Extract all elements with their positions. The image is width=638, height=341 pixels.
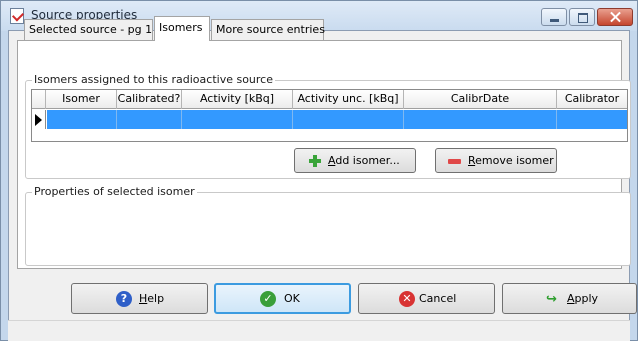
tab-isomers[interactable]: Isomers (154, 16, 210, 41)
apply-arrow-icon: ↪ (546, 292, 557, 307)
table-row[interactable] (32, 110, 627, 129)
help-label: Help (139, 292, 165, 305)
ok-button[interactable]: ✓ OK (214, 283, 351, 314)
help-button[interactable]: ? Help (71, 283, 208, 314)
add-isomer-button[interactable]: Add isomer... (294, 148, 416, 173)
remove-isomer-label: Remove isomer (468, 154, 554, 167)
table-cell[interactable] (404, 110, 557, 129)
table-cell[interactable] (557, 110, 627, 129)
cancel-button[interactable]: ✕ Cancel (358, 283, 495, 314)
isomers-group: Isomers assigned to this radioactive sou… (25, 73, 631, 179)
column-header-activity-unc[interactable]: Activity unc. [kBq] (293, 90, 404, 109)
current-row-arrow-icon (32, 110, 46, 129)
column-header-calibrated[interactable]: Calibrated? (117, 90, 182, 109)
help-icon: ? (116, 291, 132, 307)
minus-icon (448, 159, 461, 164)
cancel-icon: ✕ (399, 291, 415, 307)
table-cell[interactable] (293, 110, 404, 129)
apply-button[interactable]: ↪ Apply (502, 283, 637, 314)
tab-selected-source[interactable]: Selected source - pg 1 (24, 19, 153, 40)
checkmark-icon: ✓ (260, 291, 276, 307)
status-bar (8, 320, 630, 341)
plus-icon (309, 155, 321, 167)
close-button[interactable] (597, 8, 633, 26)
table-cell[interactable] (117, 110, 182, 129)
isomers-group-label: Isomers assigned to this radioactive sou… (32, 73, 275, 86)
app-icon (10, 8, 24, 24)
tab-more-source-entries[interactable]: More source entries (211, 19, 325, 40)
table-cell[interactable] (182, 110, 293, 129)
properties-group-label: Properties of selected isomer (32, 185, 197, 198)
maximize-button[interactable] (569, 8, 595, 26)
column-header-activity[interactable]: Activity [kBq] (182, 90, 293, 109)
grid-header: Isomer Calibrated? Activity [kBq] Activi… (32, 90, 627, 109)
add-isomer-label: Add isomer... (328, 154, 400, 167)
column-header-calibrator[interactable]: Calibrator (557, 90, 627, 109)
cancel-label: Cancel (419, 292, 457, 305)
column-header-calibrdate[interactable]: CalibrDate (404, 90, 557, 109)
isomers-grid: Isomer Calibrated? Activity [kBq] Activi… (31, 89, 628, 142)
row-header-corner (32, 90, 46, 109)
ok-label: OK (284, 292, 300, 305)
table-cell[interactable] (47, 110, 117, 129)
minimize-button[interactable] (541, 8, 567, 26)
properties-group: Properties of selected isomer (25, 185, 631, 266)
column-header-isomer[interactable]: Isomer (46, 90, 117, 109)
apply-label: Apply (567, 292, 599, 305)
remove-isomer-button[interactable]: Remove isomer (435, 148, 557, 173)
